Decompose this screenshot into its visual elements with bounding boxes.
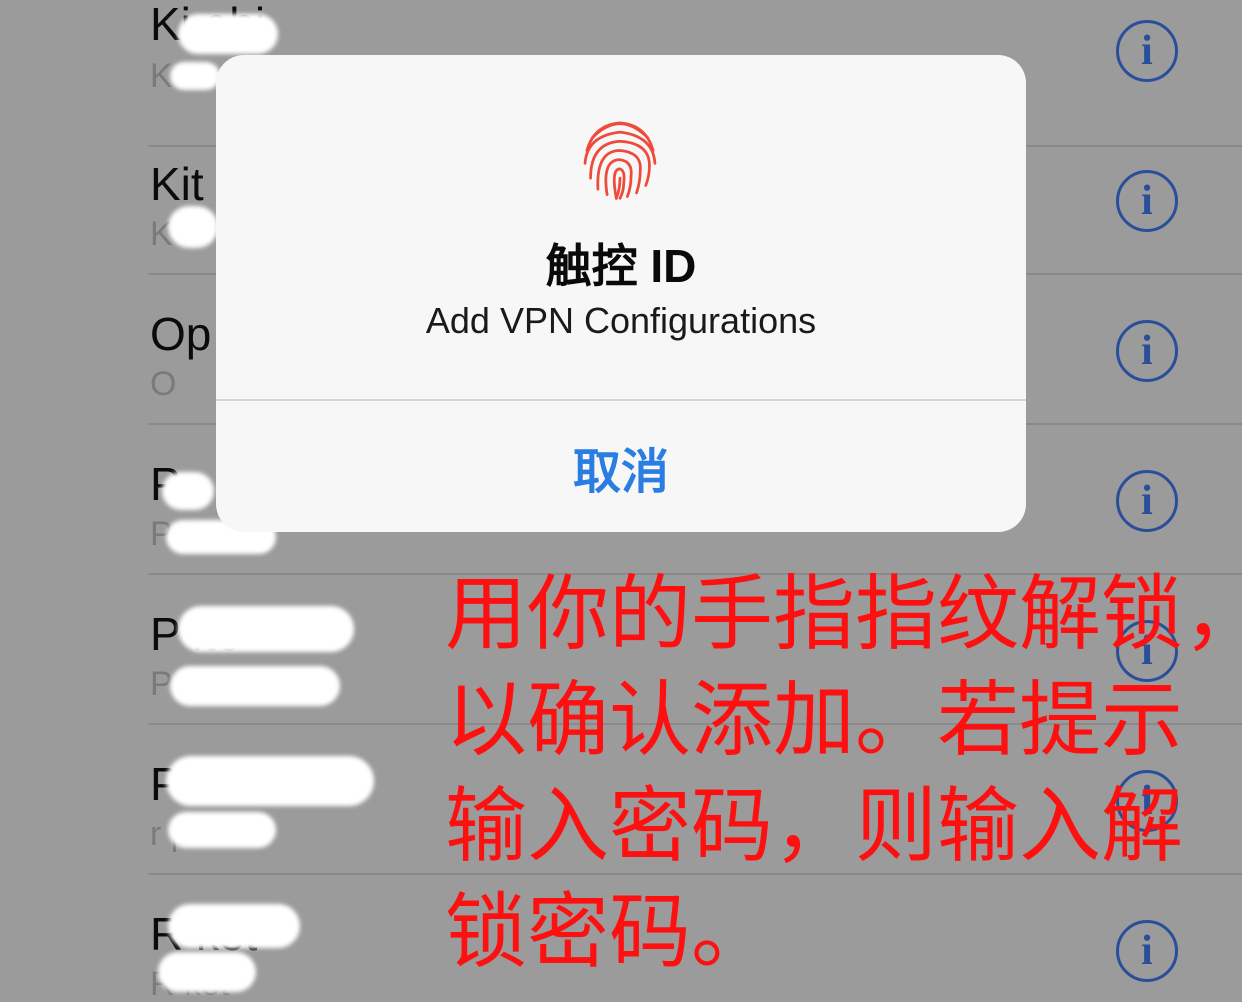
row-title: Kit: [150, 158, 204, 210]
info-circle-icon[interactable]: i: [1116, 170, 1178, 232]
redaction-mark: [166, 756, 374, 806]
info-circle-icon[interactable]: i: [1116, 470, 1178, 532]
row-subtitle: O: [150, 365, 177, 403]
redaction-mark: [162, 472, 214, 510]
redaction-mark: [170, 62, 220, 90]
redaction-mark: [168, 206, 218, 248]
instruction-annotation: 用你的手指指纹解锁， 以确认添加。若提示 输入密码，则输入解 锁密码。: [445, 562, 1242, 986]
dialog-title: 触控 ID: [545, 240, 697, 292]
info-glyph: i: [1141, 328, 1153, 374]
annotation-line: 锁密码。: [445, 885, 774, 980]
fingerprint-icon: [583, 121, 657, 200]
info-glyph: i: [1141, 178, 1153, 224]
annotation-line: 以确认添加。若提示: [445, 673, 1184, 768]
info-circle-icon[interactable]: i: [1116, 320, 1178, 382]
annotation-line: 用你的手指指纹解锁，: [445, 567, 1242, 662]
row-title: Op: [150, 308, 212, 360]
redaction-mark: [178, 14, 278, 54]
info-circle-icon[interactable]: i: [1116, 20, 1178, 82]
info-glyph: i: [1141, 478, 1153, 524]
dialog-message: Add VPN Configurations: [425, 300, 817, 341]
annotation-line: 输入密码，则输入解: [445, 779, 1184, 874]
redaction-mark: [178, 606, 354, 652]
info-glyph: i: [1141, 28, 1153, 74]
redaction-mark: [158, 952, 256, 992]
redaction-mark: [168, 812, 276, 848]
redaction-mark: [168, 904, 300, 948]
cancel-button[interactable]: 取消: [216, 401, 1026, 532]
redaction-mark: [170, 666, 340, 706]
